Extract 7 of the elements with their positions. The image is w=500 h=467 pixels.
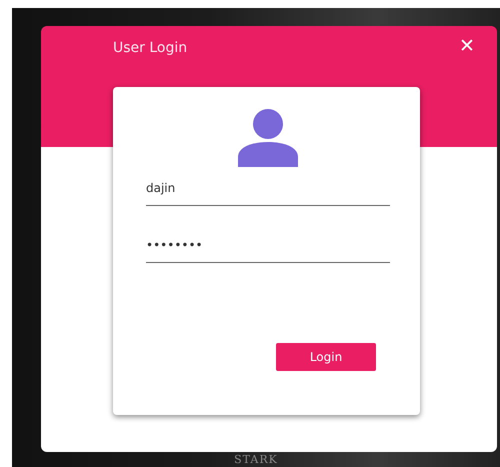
close-button[interactable]: ✕ <box>456 36 478 58</box>
password-field[interactable]: •••••••• <box>146 238 390 263</box>
dialog-title: User Login <box>113 40 188 56</box>
background-text: STARK <box>234 453 278 466</box>
login-button[interactable]: Login <box>276 343 376 371</box>
username-field[interactable]: dajin <box>146 181 390 206</box>
user-icon <box>238 109 298 167</box>
